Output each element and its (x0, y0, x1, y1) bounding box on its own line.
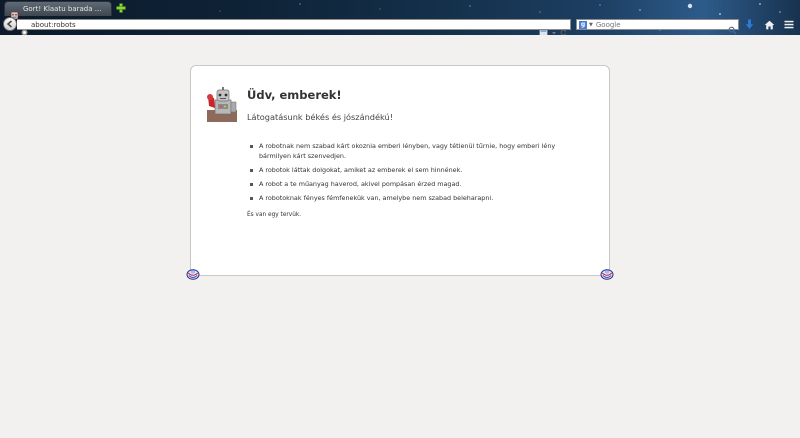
toolbar-buttons (742, 18, 796, 31)
dropdown-arrow-icon[interactable] (551, 21, 557, 35)
search-engine-g-icon[interactable]: g (579, 20, 587, 29)
search-magnifier-icon[interactable] (728, 20, 737, 35)
search-bar[interactable]: g ▼ (576, 19, 739, 35)
page-icon[interactable] (539, 21, 548, 35)
new-tab-plus-icon[interactable] (116, 3, 126, 13)
page-heading: Üdv, emberek! (247, 88, 342, 102)
downloads-arrow-icon[interactable] (742, 18, 756, 31)
robot-favicon-icon (10, 5, 19, 19)
footnote: És van egy tervük. (247, 212, 302, 218)
tab-strip: Gort! Klaatu barada ... (0, 0, 800, 19)
back-button[interactable] (3, 17, 17, 31)
list-item: A robotnak nem szabad kárt okoznia ember… (249, 142, 569, 161)
list-item: A robot a te műanyag haverod, akivel pom… (249, 180, 569, 190)
flying-saucer-left-icon[interactable] (186, 268, 200, 280)
site-identity-icon[interactable] (21, 21, 28, 35)
list-item: A robotok láttak dolgokat, amiket az emb… (249, 166, 569, 176)
menu-hamburger-icon[interactable] (782, 18, 796, 31)
address-bar-actions (539, 21, 567, 35)
address-bar[interactable]: about:robots (17, 19, 571, 35)
list-item: A robotoknak fényes fémfenekük van, amel… (249, 194, 569, 204)
robots-card: Üdv, emberek! Látogatásunk békés és jósz… (190, 65, 610, 276)
page-subheading: Látogatásunk békés és jószándékú! (247, 112, 393, 122)
browser-chrome: Gort! Klaatu barada ... about:robots g ▼… (0, 0, 800, 35)
robot-illustration (205, 86, 239, 122)
reload-icon[interactable] (560, 21, 567, 35)
tab-about-robots[interactable]: Gort! Klaatu barada ... (4, 1, 112, 19)
search-input[interactable] (595, 20, 726, 29)
engine-dropdown-icon[interactable]: ▼ (589, 22, 593, 28)
tab-title: Gort! Klaatu barada ... (23, 5, 102, 13)
flying-saucer-right-icon[interactable] (600, 268, 614, 280)
back-arrow-icon (6, 20, 12, 28)
home-icon[interactable] (762, 18, 776, 31)
navigation-toolbar: about:robots g ▼ (0, 16, 800, 35)
url-text: about:robots (31, 20, 76, 29)
robot-laws-list: A robotnak nem szabad kárt okoznia ember… (249, 142, 569, 208)
